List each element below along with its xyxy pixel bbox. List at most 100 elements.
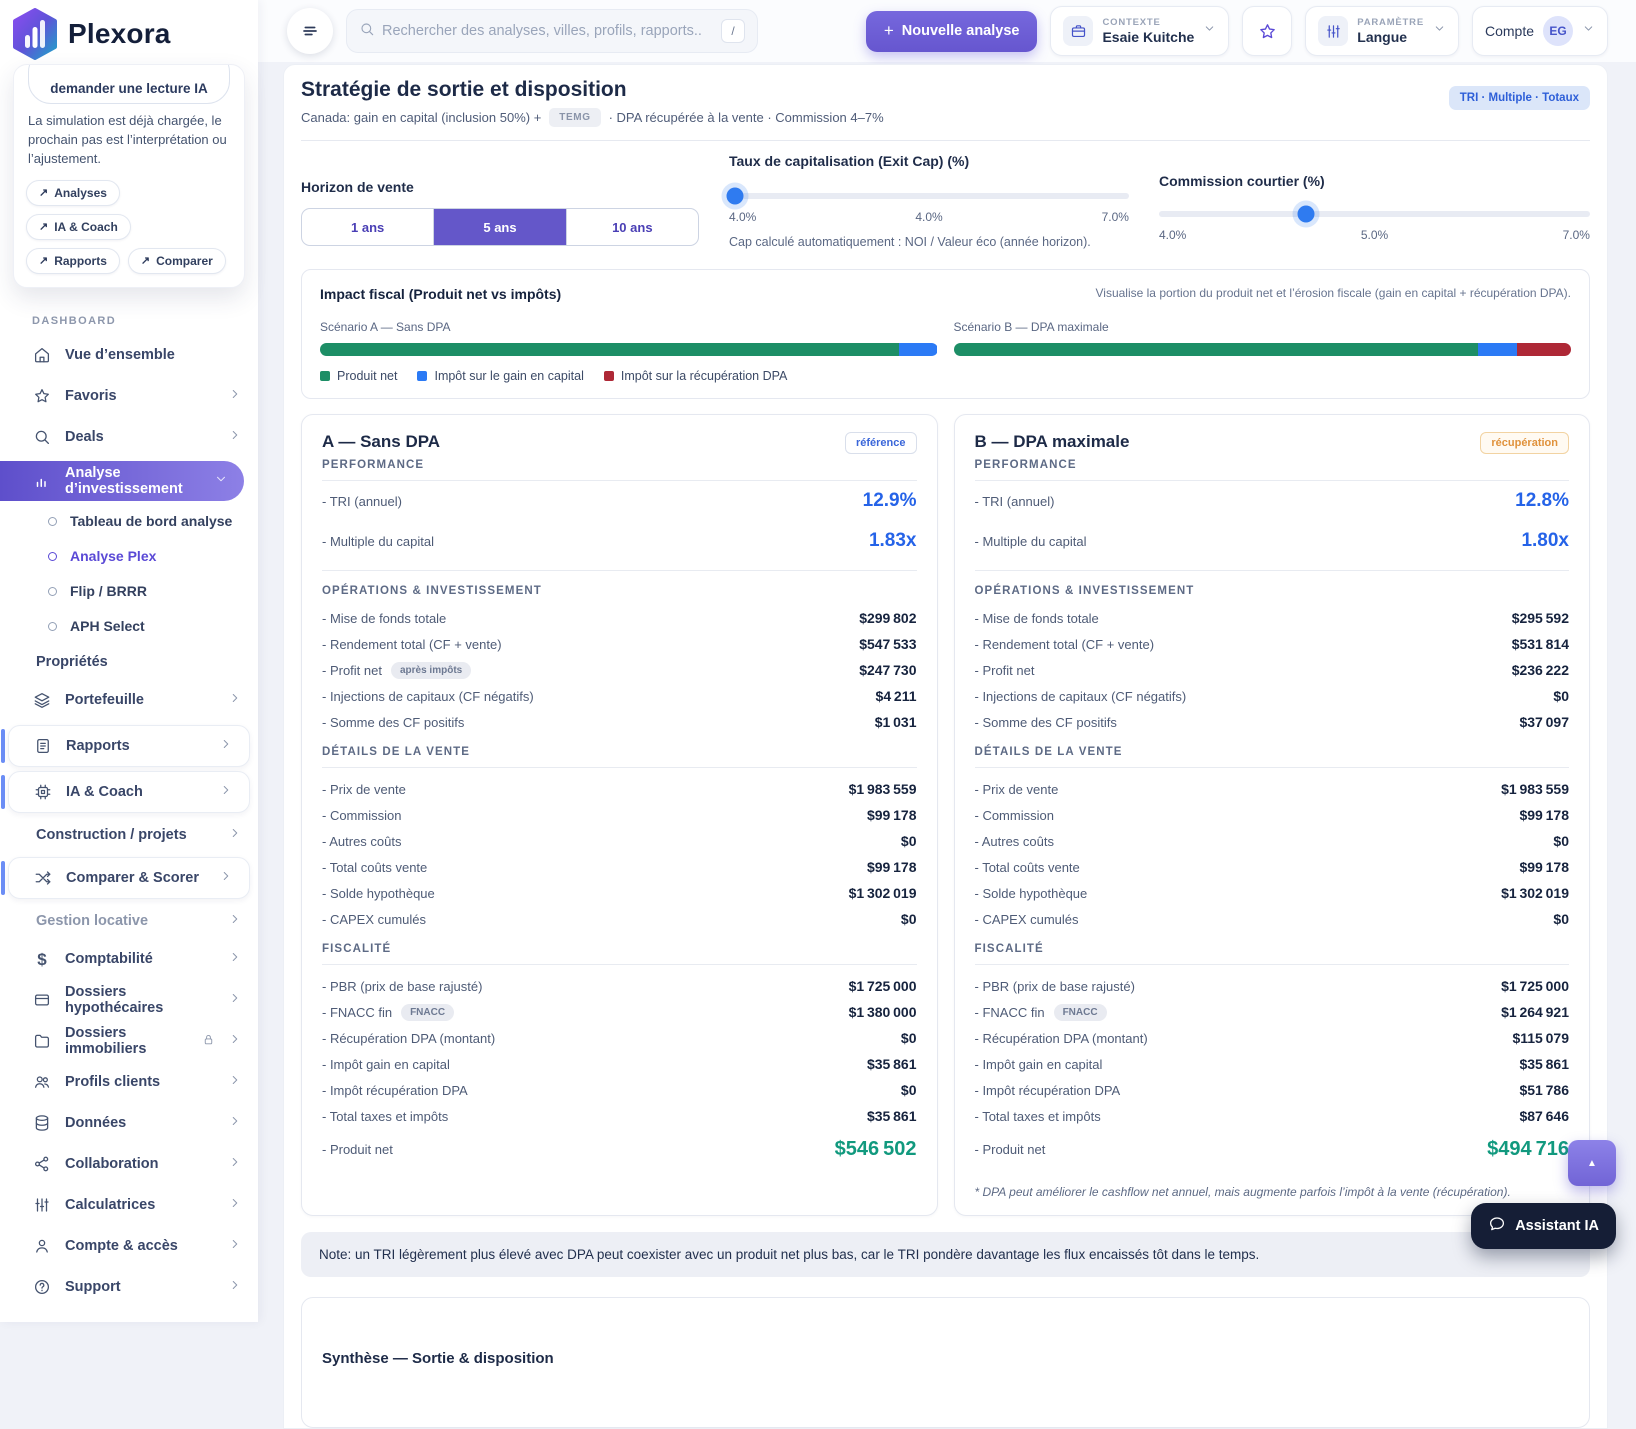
sidebar: Plexora demander une lecture IA La simul… (0, 0, 258, 1322)
segment-impot-gain (1478, 343, 1516, 356)
sidebar-item-gestion-locative[interactable]: Gestion locative (0, 903, 258, 939)
content-panel: Stratégie de sortie et disposition Canad… (283, 64, 1608, 1429)
exit-cap-slider[interactable] (729, 193, 1129, 199)
chip-ia-coach[interactable]: ↗IA & Coach (26, 214, 131, 240)
sidebar-item-portefeuille[interactable]: Portefeuille (0, 680, 258, 721)
stat-row: - Autres coûts$0 (322, 828, 917, 854)
sidebar-card-ia-coach: IA & Coach (8, 771, 250, 813)
sidebar-item-dossiers-immobiliers[interactable]: Dossiers immobiliers (0, 1021, 258, 1062)
stat-row: - Somme des CF positifs$37 097 (975, 709, 1570, 735)
ai-assistant-button[interactable]: Assistant IA (1471, 1203, 1616, 1249)
chevron-right-icon (228, 1073, 242, 1091)
sidebar-item-deals[interactable]: Deals (0, 417, 258, 458)
help-icon (32, 1278, 52, 1296)
chip-comparer[interactable]: ↗Comparer (128, 248, 226, 274)
sidebar-item-favoris[interactable]: Favoris (0, 376, 258, 417)
section-performance: PERFORMANCE (975, 459, 1570, 471)
stat-row: - Prix de vente$1 983 559 (322, 776, 917, 802)
chevron-right-icon (228, 1237, 242, 1255)
menu-button[interactable] (287, 8, 333, 54)
stat-row: - Mise de fonds totale$295 592 (975, 605, 1570, 631)
arrow-up-right-icon: ↗ (39, 186, 48, 199)
card-b-footnote: * DPA peut améliorer le cashflow net ann… (975, 1185, 1570, 1199)
sidebar-item-vue-densemble[interactable]: Vue d’ensemble (0, 335, 258, 376)
chevron-right-icon (228, 826, 242, 844)
card-a-title: A — Sans DPA (322, 432, 440, 452)
favorite-button[interactable] (1242, 6, 1292, 56)
commission-slider[interactable] (1159, 211, 1590, 217)
section-operations: OPÉRATIONS & INVESTISSEMENT (975, 585, 1570, 597)
sidebar-item-construction-projets[interactable]: Construction / projets (0, 817, 258, 853)
chevron-right-icon (219, 869, 233, 887)
ai-card-text: La simulation est déjà chargée, le proch… (28, 112, 230, 169)
sidebar-item-proprietes[interactable]: Propriétés (0, 644, 258, 680)
database-icon (32, 1114, 52, 1132)
sidebar-item-support[interactable]: Support (0, 1267, 258, 1308)
exit-cap-slider-thumb[interactable] (727, 188, 744, 205)
scenario-b-bar-block: Scénario B — DPA maximale (954, 320, 1572, 383)
legend-swatch-dpa (604, 371, 614, 381)
temg-badge: TEMG (549, 108, 600, 127)
ai-card-chips: ↗Analyses ↗IA & Coach ↗Rapports ↗Compare… (26, 180, 232, 274)
sidebar-item-profils-clients[interactable]: Profils clients (0, 1062, 258, 1103)
chip-rapports[interactable]: ↗Rapports (26, 248, 120, 274)
param-label: PARAMÈTRE (1357, 17, 1424, 28)
sidebar-subitem-flip-brrr[interactable]: Flip / BRRR (0, 574, 258, 609)
commission-slider-thumb[interactable] (1297, 206, 1314, 223)
sidebar-subitem-analyse-plex[interactable]: Analyse Plex (0, 539, 258, 574)
stat-row: - Rendement total (CF + vente)$547 533 (322, 631, 917, 657)
impact-fiscal-panel: Impact fiscal (Produit net vs impôts) Vi… (301, 269, 1590, 399)
scroll-to-top-button[interactable]: ▲ (1568, 1140, 1616, 1186)
stat-row: - Rendement total (CF + vente)$531 814 (975, 631, 1570, 657)
search-input[interactable]: Rechercher des analyses, villes, profils… (346, 9, 758, 53)
impact-title: Impact fiscal (Produit net vs impôts) (320, 286, 561, 302)
stat-row: - Mise de fonds totale$299 802 (322, 605, 917, 631)
net-proceeds-value: $546 502 (835, 1138, 917, 1161)
stat-row: - Récupération DPA (montant)$0 (322, 1025, 917, 1051)
sidebar-item-dossiers-hypothecaires[interactable]: Dossiers hypothécaires (0, 980, 258, 1021)
account-menu[interactable]: Compte EG (1472, 6, 1608, 56)
stat-row: - FNACC finFNACC$1 380 000 (322, 999, 917, 1025)
brand-name: Plexora (68, 18, 171, 50)
sidebar-subitem-aph-select[interactable]: APH Select (0, 609, 258, 644)
stat-row: - TRI (annuel)12.9% (322, 481, 917, 521)
scenario-b-label: Scénario B — DPA maximale (954, 320, 1572, 334)
chevron-right-icon (228, 1155, 242, 1173)
sidebar-item-rapports[interactable]: Rapports (9, 726, 249, 766)
sidebar-item-compte-acces[interactable]: Compte & accès (0, 1226, 258, 1267)
sidebar-item-ia-coach[interactable]: IA & Coach (9, 772, 249, 812)
chevron-right-icon (228, 691, 242, 709)
search-placeholder: Rechercher des analyses, villes, profils… (382, 23, 702, 39)
language-selector[interactable]: PARAMÈTRE Langue (1305, 6, 1459, 56)
horizon-option-1an[interactable]: 1 ans (302, 209, 434, 245)
bar-chart-icon (32, 472, 52, 490)
sidebar-section-dashboard: DASHBOARD (32, 315, 258, 327)
sidebar-item-collaboration[interactable]: Collaboration (0, 1144, 258, 1185)
chevron-right-icon (228, 1278, 242, 1296)
chip-analyses[interactable]: ↗Analyses (26, 180, 120, 206)
context-selector[interactable]: CONTEXTE Esaie Kuitche (1050, 6, 1229, 56)
sidebar-item-donnees[interactable]: Données (0, 1103, 258, 1144)
sidebar-item-comparer-scorer[interactable]: Comparer & Scorer (9, 858, 249, 898)
scenario-b-stacked-bar (954, 343, 1572, 356)
sidebar-item-calculatrices[interactable]: Calculatrices (0, 1185, 258, 1226)
sidebar-item-comptabilite[interactable]: $ Comptabilité (0, 939, 258, 980)
horizon-option-10ans[interactable]: 10 ans (567, 209, 698, 245)
sidebar-subitem-tableau-de-bord[interactable]: Tableau de bord analyse (0, 504, 258, 539)
horizon-option-5ans[interactable]: 5 ans (434, 209, 566, 245)
brand[interactable]: Plexora (0, 0, 258, 64)
commission-ticks: 4.0% 5.0% 7.0% (1159, 228, 1590, 242)
folder-icon (32, 1032, 52, 1050)
context-label: CONTEXTE (1102, 17, 1194, 28)
new-analysis-button[interactable]: + Nouvelle analyse (866, 11, 1038, 52)
stat-row: - PBR (prix de base rajusté)$1 725 000 (975, 973, 1570, 999)
scenario-cards: A — Sans DPA référence PERFORMANCE - TRI… (301, 414, 1590, 1216)
scenario-card-a: A — Sans DPA référence PERFORMANCE - TRI… (301, 414, 938, 1216)
sidebar-item-analyse-investissement[interactable]: Analyse d’investissement (0, 461, 244, 501)
sidebar-card-rapports: Rapports (8, 725, 250, 767)
sliders-icon (32, 1196, 52, 1214)
net-proceeds-row: - Produit net$546 502 (322, 1129, 917, 1169)
ask-ai-reading-button[interactable]: demander une lecture IA (28, 64, 230, 104)
arrow-up-right-icon: ↗ (141, 254, 150, 267)
section-sale: DÉTAILS DE LA VENTE (975, 746, 1570, 758)
